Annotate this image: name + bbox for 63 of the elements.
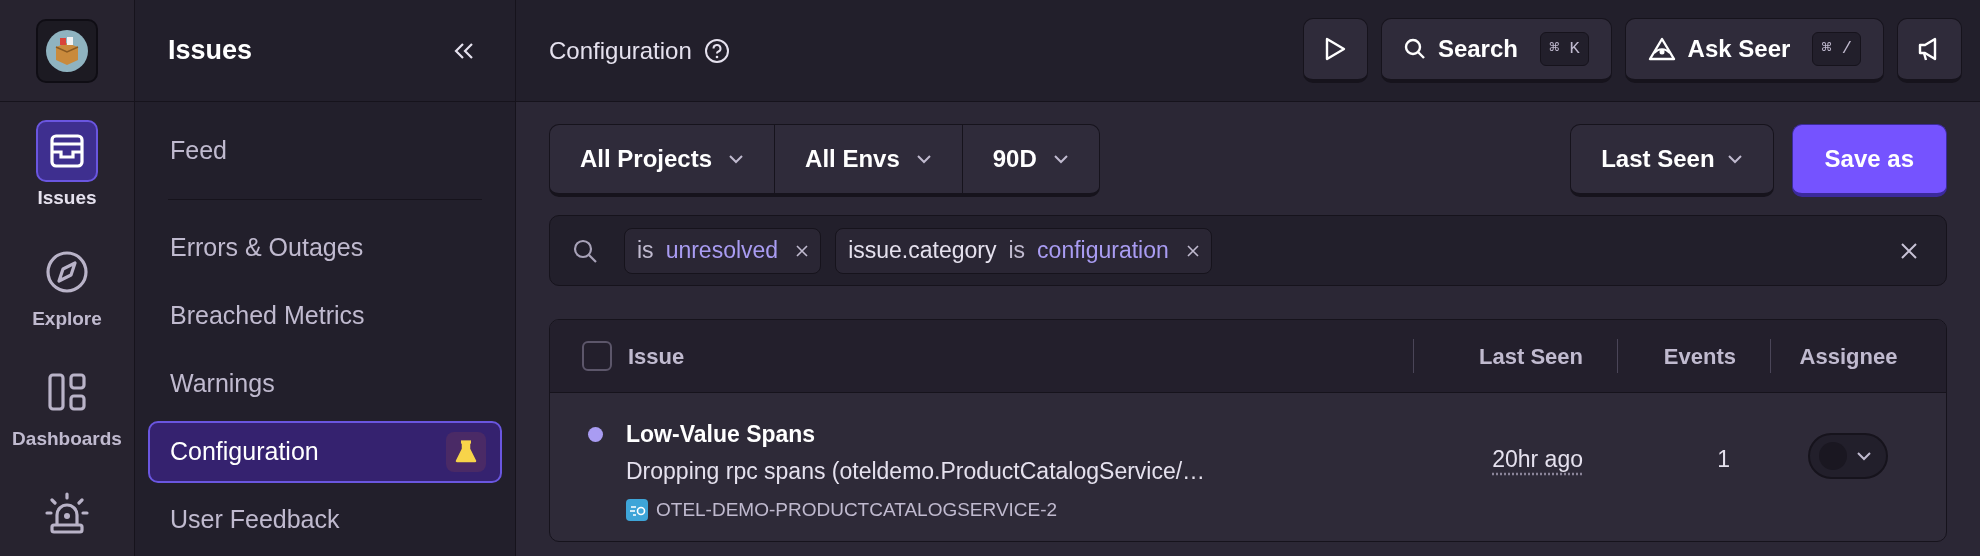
sort-dropdown[interactable]: Last Seen xyxy=(1570,124,1774,197)
shortcut-key: ⌘ K xyxy=(1539,32,1589,66)
chevron-down-icon xyxy=(728,154,745,164)
nav-item[interactable]: Feed xyxy=(148,120,502,182)
dashboard-icon xyxy=(47,372,87,412)
project-name[interactable]: OTEL-DEMO-PRODUCTCATALOGSERVICE-2 xyxy=(656,496,1058,525)
nav-label: Issues xyxy=(37,186,97,210)
organization-logo[interactable] xyxy=(36,18,98,83)
collapse-icon[interactable] xyxy=(453,40,475,61)
nav-item[interactable]: Breached Metrics xyxy=(148,285,502,347)
announcements-button[interactable] xyxy=(1897,18,1962,83)
select-all-checkbox[interactable] xyxy=(582,341,612,371)
assistant-button[interactable]: Ask Seer ⌘ / xyxy=(1624,18,1884,83)
save-as-button[interactable]: Save as xyxy=(1791,124,1947,197)
event-count: 1 xyxy=(1717,445,1730,474)
issue-message: Dropping rpc spans (oteldemo.ProductCatalogService/… xyxy=(626,456,1207,486)
token-value: unresolved xyxy=(665,236,779,266)
search-icon xyxy=(572,237,598,264)
section-title: Issues xyxy=(168,34,253,68)
project-icon xyxy=(626,499,648,522)
token-operator: is xyxy=(637,236,654,266)
nav-item[interactable]: Configuration xyxy=(148,421,502,483)
play-button[interactable] xyxy=(1302,18,1368,83)
flask-icon xyxy=(455,440,477,464)
box-icon xyxy=(45,28,89,73)
filter-dropdown[interactable]: All Projects xyxy=(550,125,775,193)
remove-icon[interactable] xyxy=(796,244,809,257)
column-header: Events xyxy=(1663,342,1736,371)
filter-dropdown[interactable]: All Envs xyxy=(774,125,962,193)
token-key: issue.category xyxy=(848,233,997,268)
filter-token[interactable]: is unresolved xyxy=(624,227,822,274)
nav-item[interactable]: Errors & Outages xyxy=(148,217,502,279)
nav-item[interactable]: User Feedback xyxy=(148,489,502,551)
nav-label: Dashboards xyxy=(12,427,122,451)
nav-button[interactable] xyxy=(36,120,98,182)
help-icon[interactable] xyxy=(703,37,730,64)
chevron-down-icon xyxy=(1856,451,1872,461)
chevron-down-icon xyxy=(915,154,932,164)
play-icon xyxy=(1323,36,1348,62)
inbox-icon xyxy=(48,132,86,170)
token-operator: is xyxy=(1008,236,1026,266)
last-seen-time: 20hr ago xyxy=(1492,445,1583,474)
siren-icon xyxy=(45,490,89,535)
filter-dropdown[interactable]: 90D xyxy=(961,125,1099,193)
page-title: Configuration xyxy=(549,35,692,66)
remove-icon[interactable] xyxy=(1186,244,1199,257)
issue-title[interactable]: Low-Value Spans xyxy=(626,417,1413,452)
search-icon xyxy=(1403,38,1426,60)
column-header: Issue xyxy=(628,342,685,371)
chevron-down-icon xyxy=(1726,154,1743,164)
chevron-down-icon xyxy=(1052,154,1069,164)
search-bar[interactable]: is unresolved issue.category is configuration xyxy=(549,215,1947,286)
nav-label: Explore xyxy=(32,306,102,331)
search-button[interactable]: Search ⌘ K xyxy=(1380,18,1612,83)
column-header: Assignee xyxy=(1799,342,1898,371)
compass-icon xyxy=(45,249,89,294)
clear-icon[interactable] xyxy=(1900,241,1918,260)
filter-token[interactable]: issue.category is configuration xyxy=(835,227,1212,274)
column-header: Last Seen xyxy=(1479,342,1583,371)
eye-triangle-icon xyxy=(1647,37,1676,61)
token-value: configuration xyxy=(1037,236,1169,266)
shortcut-key: ⌘ / xyxy=(1812,32,1861,66)
nav-item[interactable]: Warnings xyxy=(148,353,502,415)
